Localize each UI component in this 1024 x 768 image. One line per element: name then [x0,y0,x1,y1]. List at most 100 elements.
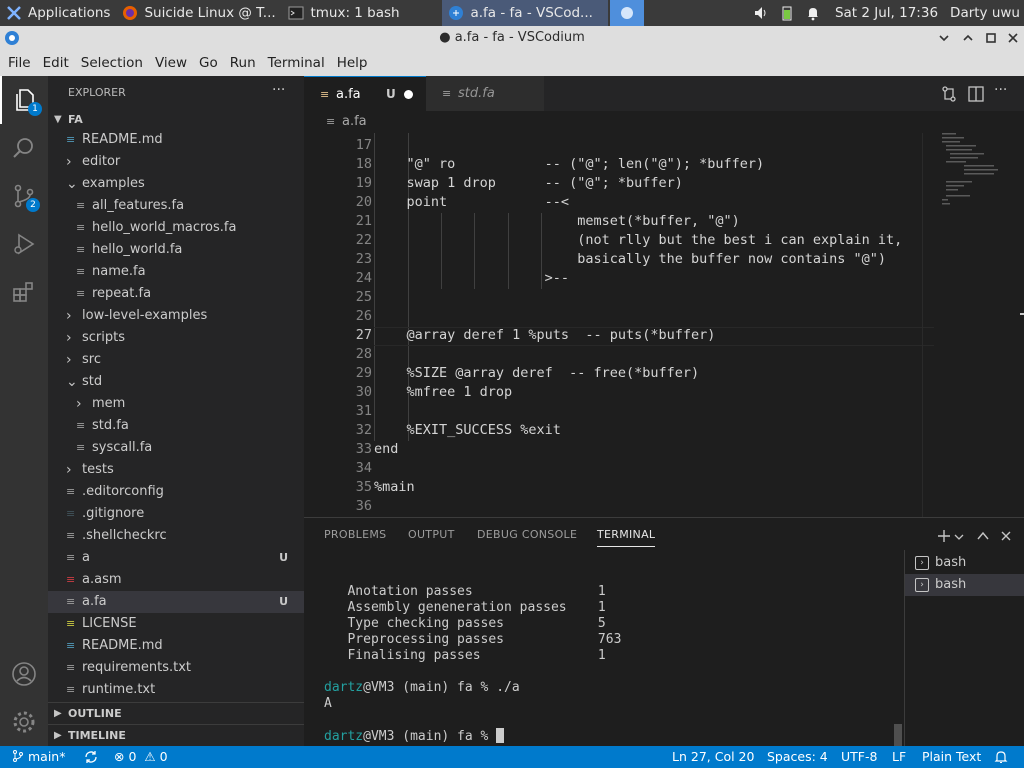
task-firefox[interactable]: Suicide Linux @ T... [116,0,282,26]
run-debug-button[interactable] [0,220,48,268]
code-line[interactable]: "@" ro -- ("@"; len("@"); *buffer) [374,156,765,172]
user-menu[interactable]: Darty uwu [950,5,1020,21]
branch-indicator[interactable]: main* [12,746,65,768]
code-line[interactable]: >-- [374,270,569,286]
code-line[interactable]: %SIZE @array deref -- free(*buffer) [374,365,700,381]
accounts-button[interactable] [0,650,48,698]
end-of-line[interactable]: LF [892,746,906,768]
maximize-icon[interactable] [985,32,997,44]
code-line[interactable]: basically the buffer now contains "@") [374,251,886,267]
code-line[interactable]: memset(*buffer, "@") [374,213,740,229]
code-line[interactable]: %mfree 1 drop [374,384,513,400]
notifications-bell-icon[interactable] [994,750,1008,764]
encoding[interactable]: UTF-8 [841,746,877,768]
task-terminal[interactable]: tmux: 1 bash [282,0,442,26]
menu-selection[interactable]: Selection [75,50,149,76]
terminal-instance[interactable]: › bash [905,552,1024,574]
file-repeat[interactable]: ≡ repeat.fa [48,283,304,305]
chevron-down-icon[interactable] [954,532,964,542]
tab-a-fa[interactable]: ≡ a.fa U [304,76,426,111]
breadcrumb-file[interactable]: a.fa [342,111,367,133]
minimap[interactable] [936,133,1024,517]
terminal-scrollbar[interactable] [894,724,902,746]
menu-edit[interactable]: Edit [37,50,75,76]
cursor-position[interactable]: Ln 27, Col 20 [672,746,754,768]
folder-std[interactable]: ⌄ std [48,371,304,393]
maximize-panel-icon[interactable] [976,529,990,543]
tree-root[interactable]: ▼ FA [48,109,304,131]
search-button[interactable] [0,124,48,172]
language-mode[interactable]: Plain Text [922,746,981,768]
code-line[interactable]: %main [374,479,415,495]
code-line[interactable]: point --< [374,194,570,210]
file-hello-world[interactable]: ≡ hello_world.fa [48,239,304,261]
task-vscodium-extra[interactable] [610,0,645,26]
file-shellcheckrc[interactable]: ≡ .shellcheckrc [48,525,304,547]
folder-scripts[interactable]: › scripts [48,327,304,349]
file-std-fa[interactable]: ≡ std.fa [48,415,304,437]
code-line[interactable]: @array deref 1 %puts -- puts(*buffer) [374,327,716,343]
tab-std-fa[interactable]: ≡ std.fa [426,76,544,111]
tab-problems[interactable]: PROBLEMS [324,528,386,541]
file-runtime[interactable]: ≡ runtime.txt [48,679,304,701]
battery-icon[interactable] [779,5,795,21]
close-icon[interactable] [1007,32,1019,44]
file-name[interactable]: ≡ name.fa [48,261,304,283]
folder-editor[interactable]: › editor [48,151,304,173]
explorer-button[interactable]: 1 [0,76,48,124]
split-editor-icon[interactable] [967,85,985,103]
file-syscall[interactable]: ≡ syscall.fa [48,437,304,459]
terminal-instance[interactable]: › bash [905,574,1024,596]
file-readme[interactable]: ≡ README.md [48,129,304,151]
code-line[interactable]: (not rlly but the best i can explain it, [374,232,902,248]
add-terminal-icon[interactable] [936,528,952,544]
indentation[interactable]: Spaces: 4 [767,746,828,768]
file-readme-root[interactable]: ≡ README.md [48,635,304,657]
editor-scrollbar[interactable] [922,133,936,517]
tab-terminal[interactable]: TERMINAL [597,528,656,547]
file-a[interactable]: ≡ a U [48,547,304,569]
file-a-asm[interactable]: ≡ a.asm [48,569,304,591]
editor-more-icon[interactable]: ··· [994,82,1007,98]
code-editor[interactable]: 17 18 "@" ro -- ("@"; len("@"); *buffer) 1… [304,133,936,517]
file-requirements[interactable]: ≡ requirements.txt [48,657,304,679]
task-vscodium[interactable]: a.fa - fa - VSCod... [442,0,609,26]
tab-debug-console[interactable]: DEBUG CONSOLE [477,528,577,541]
file-hello-world-macros[interactable]: ≡ hello_world_macros.fa [48,217,304,239]
code-line[interactable]: swap 1 drop -- ("@"; *buffer) [374,175,683,191]
terminal-output[interactable]: Anotation passes 1 Assembly geneneration… [324,584,621,744]
code-line[interactable]: end [374,441,398,457]
extensions-button[interactable] [0,268,48,316]
file-all-features[interactable]: ≡ all_features.fa [48,195,304,217]
menu-view[interactable]: View [149,50,193,76]
folder-tests[interactable]: › tests [48,459,304,481]
unsaved-dot-icon[interactable] [404,90,413,99]
window-down-icon[interactable] [962,32,974,44]
folder-low-level-examples[interactable]: › low-level-examples [48,305,304,327]
folder-mem[interactable]: › mem [48,393,304,415]
sync-icon[interactable] [84,750,98,764]
menu-run[interactable]: Run [224,50,262,76]
minimize-icon[interactable] [938,32,950,44]
manage-button[interactable] [0,698,48,746]
file-license[interactable]: ≡ LICENSE [48,613,304,635]
menu-file[interactable]: File [2,50,37,76]
clock[interactable]: Sat 2 Jul, 17:36 [835,5,938,21]
menu-help[interactable]: Help [331,50,374,76]
notification-bell-icon[interactable] [805,5,821,21]
open-changes-icon[interactable] [940,85,958,103]
close-panel-icon[interactable] [999,529,1013,543]
folder-examples[interactable]: ⌄ examples [48,173,304,195]
volume-icon[interactable] [753,5,769,21]
file-a-fa[interactable]: ≡ a.fa U [48,591,304,613]
menu-terminal[interactable]: Terminal [262,50,331,76]
code-line[interactable]: %EXIT_SUCCESS %exit [374,422,561,438]
source-control-button[interactable]: 2 [0,172,48,220]
menu-go[interactable]: Go [193,50,224,76]
more-actions-icon[interactable]: ··· [272,82,285,98]
file-gitignore[interactable]: ≡ .gitignore [48,503,304,525]
problems-indicator[interactable]: ⊗ 0 ⚠ 0 [114,746,168,768]
applications-menu[interactable]: Applications [0,0,116,26]
folder-src[interactable]: › src [48,349,304,371]
file-editorconfig[interactable]: ≡ .editorconfig [48,481,304,503]
